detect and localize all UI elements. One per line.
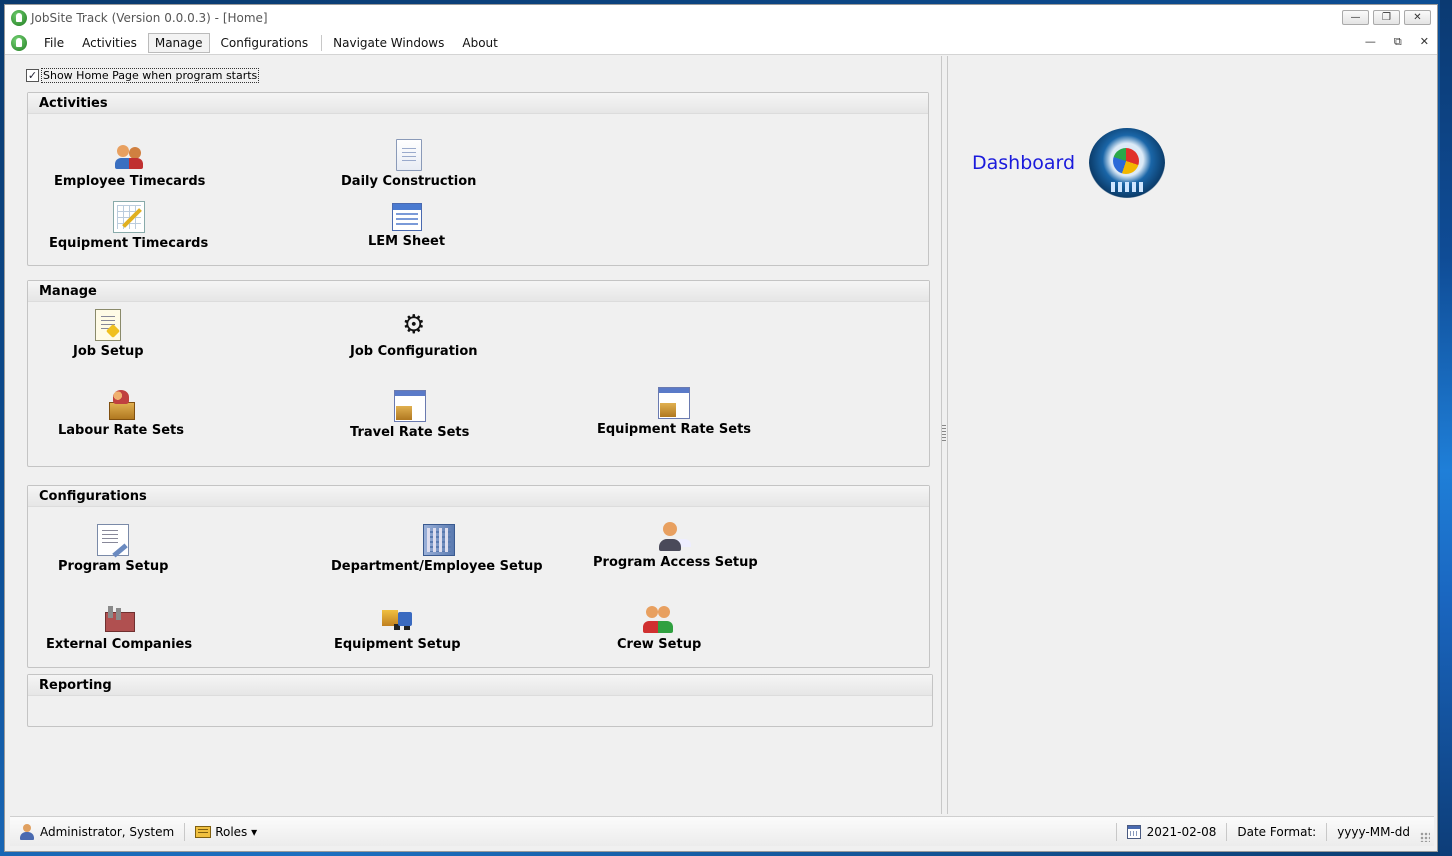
dashboard-label[interactable]: Dashboard xyxy=(972,152,1075,174)
external-companies-tile[interactable]: External Companies xyxy=(46,602,192,652)
status-user: Administrator, System xyxy=(10,822,184,842)
status-user-name: Administrator, System xyxy=(40,824,175,839)
menu-activities[interactable]: Activities xyxy=(75,33,144,53)
equipment-rate-sets-tile[interactable]: Equipment Rate Sets xyxy=(597,387,751,437)
table-icon xyxy=(391,203,422,231)
equipment-setup-tile[interactable]: Equipment Setup xyxy=(334,602,461,652)
mdi-minimize-button[interactable]: — xyxy=(1365,35,1376,49)
people-card-icon xyxy=(114,139,146,171)
reporting-group: Reporting xyxy=(27,674,933,727)
tile-label: Travel Rate Sets xyxy=(350,425,470,440)
tile-label: Program Setup xyxy=(58,559,169,574)
window-box-icon xyxy=(393,390,426,422)
factory-icon xyxy=(103,602,136,634)
manage-group-title: Manage xyxy=(28,281,929,302)
employee-timecards-tile[interactable]: Employee Timecards xyxy=(54,139,205,189)
tile-label: Equipment Setup xyxy=(334,637,461,652)
checkbox-label[interactable]: Show Home Page when program starts xyxy=(41,68,260,83)
tile-label: Job Setup xyxy=(73,344,144,359)
travel-rate-sets-tile[interactable]: Travel Rate Sets xyxy=(350,390,469,440)
desktop-background xyxy=(1440,0,1452,856)
user-icon xyxy=(20,823,34,840)
tile-label: Program Access Setup xyxy=(593,555,758,570)
department-employee-setup-tile[interactable]: Department/Employee Setup xyxy=(331,524,543,574)
daily-construction-tile[interactable]: Daily Construction xyxy=(341,139,476,189)
chart-pencil-icon xyxy=(112,201,145,233)
tile-label: Equipment Timecards xyxy=(49,236,209,251)
roles-label[interactable]: Roles ▾ xyxy=(215,825,257,839)
resize-grip-icon[interactable] xyxy=(1420,832,1430,842)
menu-about[interactable]: About xyxy=(455,33,504,53)
activities-group-title: Activities xyxy=(28,93,928,114)
status-date: 2021-02-08 xyxy=(1117,822,1227,842)
tile-label: Labour Rate Sets xyxy=(58,423,184,438)
person-card-icon xyxy=(659,520,691,552)
menu-manage[interactable]: Manage xyxy=(147,32,210,53)
crew-icon xyxy=(643,602,675,634)
job-configuration-tile[interactable]: ⚙ Job Configuration xyxy=(350,309,478,359)
roles-dropdown[interactable]: Roles ▾ xyxy=(185,822,267,842)
status-bar: Administrator, System Roles ▾ 2021-02-08… xyxy=(10,816,1434,846)
app-logo-icon xyxy=(11,10,27,26)
tools-document-icon xyxy=(97,524,130,556)
close-button[interactable]: ✕ xyxy=(1404,10,1431,25)
activities-group: Activities Employee Timecards Daily Cons… xyxy=(27,92,929,266)
tile-label: Daily Construction xyxy=(341,174,477,189)
lem-sheet-tile[interactable]: LEM Sheet xyxy=(368,203,445,249)
status-date-value: 2021-02-08 xyxy=(1146,824,1217,839)
dashboard-pie-globe-icon[interactable] xyxy=(1089,128,1166,198)
note-edit-icon xyxy=(95,309,122,341)
date-format-label: Date Format: xyxy=(1237,824,1317,839)
tile-label: Department/Employee Setup xyxy=(331,559,543,574)
manage-group: Manage Job Setup ⚙ Job Configuration Lab… xyxy=(27,280,930,467)
tile-label: Job Configuration xyxy=(350,344,478,359)
app-menu-icon[interactable] xyxy=(11,34,27,51)
program-access-setup-tile[interactable]: Program Access Setup xyxy=(593,520,758,570)
document-icon xyxy=(395,139,422,171)
dashboard-link[interactable]: Dashboard xyxy=(972,128,1166,198)
truck-icon xyxy=(381,602,413,634)
mdi-controls: — ⧉ ✕ xyxy=(1365,35,1429,49)
calendar-icon xyxy=(1126,824,1141,839)
tile-label: Employee Timecards xyxy=(54,174,206,189)
job-setup-tile[interactable]: Job Setup xyxy=(73,309,144,359)
minimize-button[interactable]: — xyxy=(1342,10,1369,25)
building-icon xyxy=(423,524,456,556)
star-box-icon xyxy=(658,387,691,419)
title-bar[interactable]: JobSite Track (Version 0.0.0.3) - [Home]… xyxy=(5,5,1437,31)
tile-label: External Companies xyxy=(46,637,193,652)
crew-setup-tile[interactable]: Crew Setup xyxy=(617,602,701,652)
tile-label: Equipment Rate Sets xyxy=(597,422,752,437)
window-controls: — ❐ ✕ xyxy=(1342,10,1431,25)
reporting-group-title: Reporting xyxy=(28,675,932,696)
labour-rate-sets-tile[interactable]: Labour Rate Sets xyxy=(58,388,184,438)
mdi-close-button[interactable]: ✕ xyxy=(1420,35,1429,49)
splitter-handle[interactable] xyxy=(942,425,946,441)
menu-configurations[interactable]: Configurations xyxy=(214,33,316,53)
menu-separator xyxy=(321,34,323,51)
tile-label: Crew Setup xyxy=(617,637,702,652)
app-window: JobSite Track (Version 0.0.0.3) - [Home]… xyxy=(4,4,1438,852)
roles-icon xyxy=(195,825,212,838)
menu-navigate-windows[interactable]: Navigate Windows xyxy=(326,33,451,53)
people-box-icon xyxy=(105,388,137,420)
status-date-format-value: yyyy-MM-dd xyxy=(1327,822,1434,842)
configurations-group-title: Configurations xyxy=(28,486,929,507)
date-format-value: yyyy-MM-dd xyxy=(1337,824,1410,839)
menu-file[interactable]: File xyxy=(37,33,71,53)
mdi-restore-button[interactable]: ⧉ xyxy=(1394,35,1402,49)
dashboard-panel: Dashboard xyxy=(947,56,1437,814)
gear-icon: ⚙ xyxy=(402,310,426,340)
maximize-button[interactable]: ❐ xyxy=(1373,10,1400,25)
tile-label: LEM Sheet xyxy=(368,234,446,249)
show-home-checkbox[interactable]: ✓ Show Home Page when program starts xyxy=(26,68,260,83)
window-title: JobSite Track (Version 0.0.0.3) - [Home] xyxy=(31,11,268,25)
configurations-group: Configurations Program Setup Department/… xyxy=(27,485,930,668)
checkbox-box[interactable]: ✓ xyxy=(26,69,39,82)
menu-bar: File Activities Manage Configurations Na… xyxy=(5,31,1437,55)
home-panel: ✓ Show Home Page when program starts Act… xyxy=(10,56,942,814)
equipment-timecards-tile[interactable]: Equipment Timecards xyxy=(49,201,208,251)
program-setup-tile[interactable]: Program Setup xyxy=(58,524,168,574)
status-date-format-label: Date Format: xyxy=(1227,822,1326,842)
